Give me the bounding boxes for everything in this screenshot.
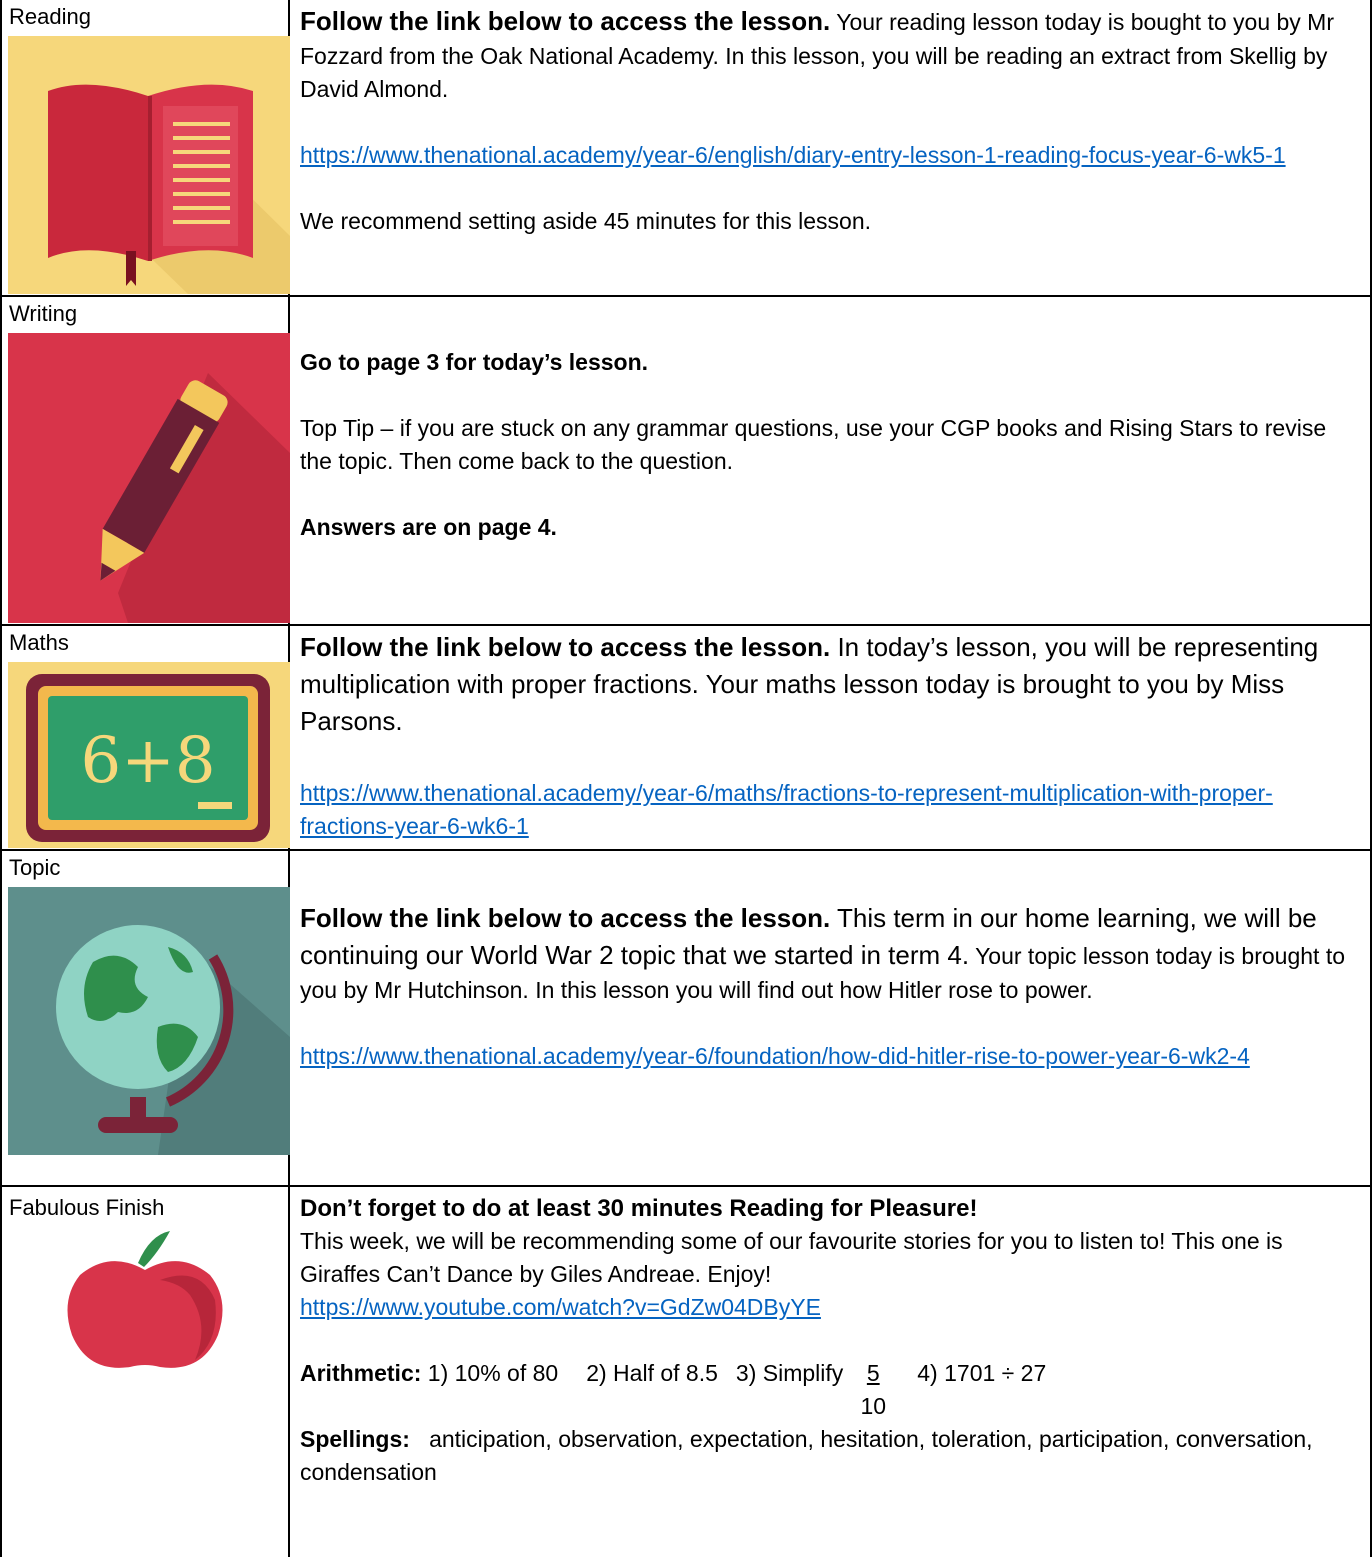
spellings-words: anticipation, observation, expectation, … xyxy=(300,1426,1313,1485)
arithmetic-q2: 2) Half of 8.5 xyxy=(586,1360,718,1386)
reading-time-note: We recommend setting aside 45 minutes fo… xyxy=(300,208,872,234)
writing-row: Writing Go to page 3 for today’s lesson.… xyxy=(0,297,1372,625)
arithmetic-q1: 1) 10% of 80 xyxy=(421,1360,559,1386)
finish-reading-reminder: Don’t forget to do at least 30 minutes R… xyxy=(300,1195,978,1222)
arithmetic-q3: 3) Simplify xyxy=(735,1360,844,1386)
finish-label: Fabulous Finish xyxy=(9,1195,165,1220)
maths-label: Maths xyxy=(9,630,69,655)
pencil-icon xyxy=(8,333,290,623)
writing-top-tip: Top Tip – if you are stuck on any gramma… xyxy=(300,415,1327,474)
reading-instruction: Follow the link below to access the less… xyxy=(300,6,831,36)
topic-instruction: Follow the link below to access the less… xyxy=(300,903,831,933)
open-book-icon xyxy=(8,36,290,294)
topic-row: Topic Follow the link below to access th… xyxy=(0,851,1372,1186)
topic-lesson-link[interactable]: https://www.thenational.academy/year-6/f… xyxy=(300,1043,1250,1069)
arithmetic-fraction: 5 10 xyxy=(853,1357,893,1419)
arithmetic-label: Arithmetic: xyxy=(300,1360,422,1386)
arithmetic-q4: 4) 1701 ÷ 27 xyxy=(917,1360,1047,1386)
writing-content: Go to page 3 for today’s lesson. Top Tip… xyxy=(300,346,1360,544)
writing-answers-note: Answers are on page 4. xyxy=(300,514,557,540)
finish-video-link[interactable]: https://www.youtube.com/watch?v=GdZw04DB… xyxy=(300,1294,821,1320)
maths-instruction: Follow the link below to access the less… xyxy=(300,632,831,662)
reading-content: Follow the link below to access the less… xyxy=(300,3,1360,238)
maths-content: Follow the link below to access the less… xyxy=(300,629,1360,843)
fraction-numerator: 5 xyxy=(866,1360,880,1386)
finish-content: Don’t forget to do at least 30 minutes R… xyxy=(300,1192,1360,1489)
writing-label: Writing xyxy=(9,301,78,326)
reading-row: Reading Follow the link below to access xyxy=(0,0,1372,296)
spellings-label: Spellings: xyxy=(300,1426,410,1452)
fraction-denominator: 10 xyxy=(860,1393,887,1419)
finish-row: Fabulous Finish Don’t forget to do at le… xyxy=(0,1187,1372,1557)
maths-lesson-link[interactable]: https://www.thenational.academy/year-6/m… xyxy=(300,780,1273,839)
reading-lesson-link[interactable]: https://www.thenational.academy/year-6/e… xyxy=(300,142,1286,168)
lesson-table: Reading Follow the link below to access xyxy=(0,0,1372,1557)
topic-label: Topic xyxy=(9,855,61,880)
apple-icon xyxy=(20,1225,270,1375)
finish-story-description: This week, we will be recommending some … xyxy=(300,1228,1283,1287)
chalkboard-icon: 6+8 xyxy=(8,662,290,848)
maths-row: Maths 6+8 Follow the link below to acces… xyxy=(0,626,1372,850)
globe-icon xyxy=(8,887,290,1155)
writing-page-note: Go to page 3 for today’s lesson. xyxy=(300,349,649,375)
chalkboard-text: 6+8 xyxy=(80,724,215,798)
reading-label: Reading xyxy=(9,4,91,29)
topic-content: Follow the link below to access the less… xyxy=(300,900,1360,1073)
